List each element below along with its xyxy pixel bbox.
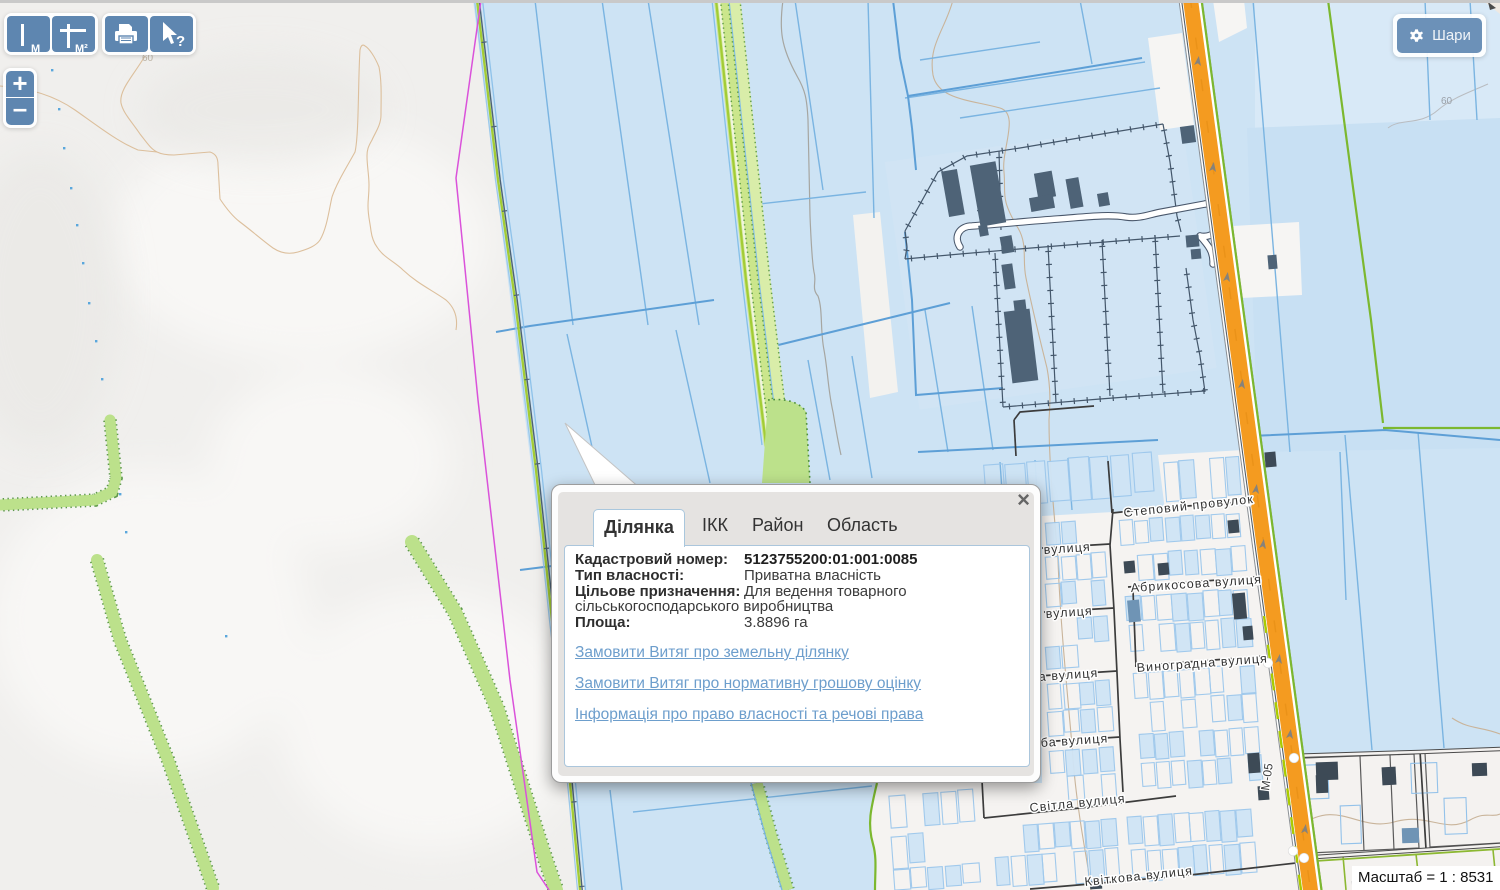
svg-text:60: 60 [1441,96,1453,107]
svg-text:?: ? [176,33,185,50]
